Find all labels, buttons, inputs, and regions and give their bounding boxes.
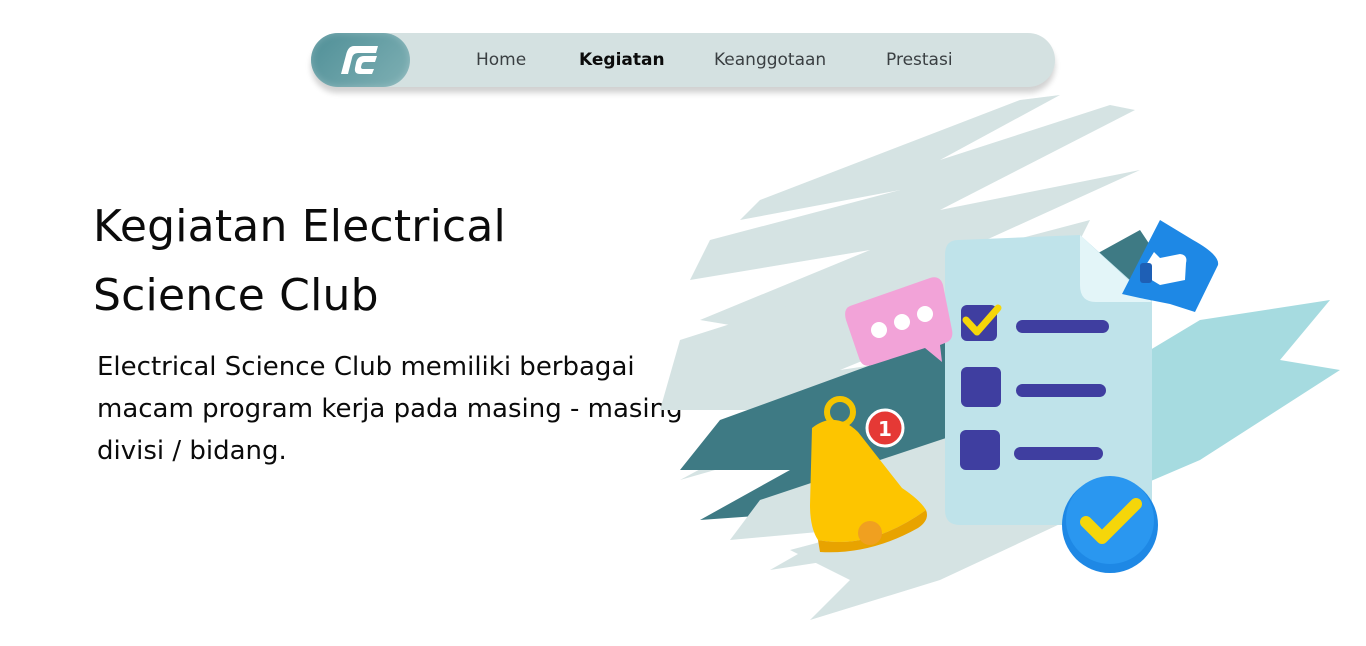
page-title: Kegiatan Electrical Science Club bbox=[93, 192, 653, 330]
page-title-line-1: Kegiatan Electrical bbox=[93, 201, 506, 252]
nav-link-keanggotaan[interactable]: Keanggotaan bbox=[714, 33, 826, 87]
nav-link-kegiatan[interactable]: Kegiatan bbox=[579, 33, 665, 87]
esc-logo-icon bbox=[340, 46, 378, 74]
nav-link-prestasi[interactable]: Prestasi bbox=[886, 33, 953, 87]
page-description: Electrical Science Club memiliki berbaga… bbox=[97, 352, 683, 466]
page-title-line-2: Science Club bbox=[93, 270, 379, 321]
nav-link-home[interactable]: Home bbox=[476, 33, 526, 87]
navbar: Home Kegiatan Keanggotaan Prestasi bbox=[311, 33, 1055, 87]
logo-button[interactable] bbox=[311, 33, 410, 87]
activity-illustration: 1 bbox=[660, 95, 1340, 620]
notification-count: 1 bbox=[878, 417, 892, 441]
